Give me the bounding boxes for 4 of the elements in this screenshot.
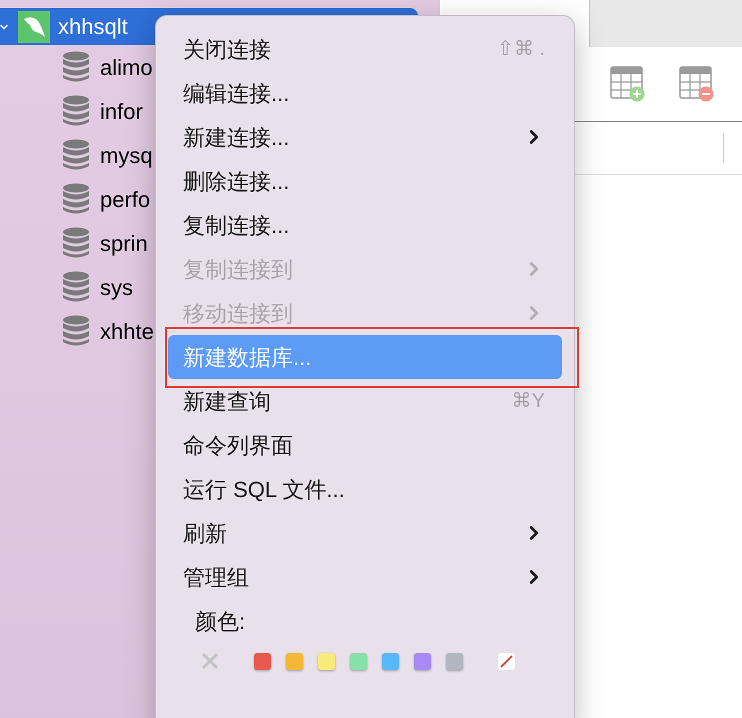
shortcut-label: ⌘Y xyxy=(512,389,545,414)
color-label: 颜色: xyxy=(194,608,246,636)
shortcut-label: ⇧⌘ . xyxy=(496,37,545,62)
connection-name: xhhsqlt xyxy=(58,13,128,41)
